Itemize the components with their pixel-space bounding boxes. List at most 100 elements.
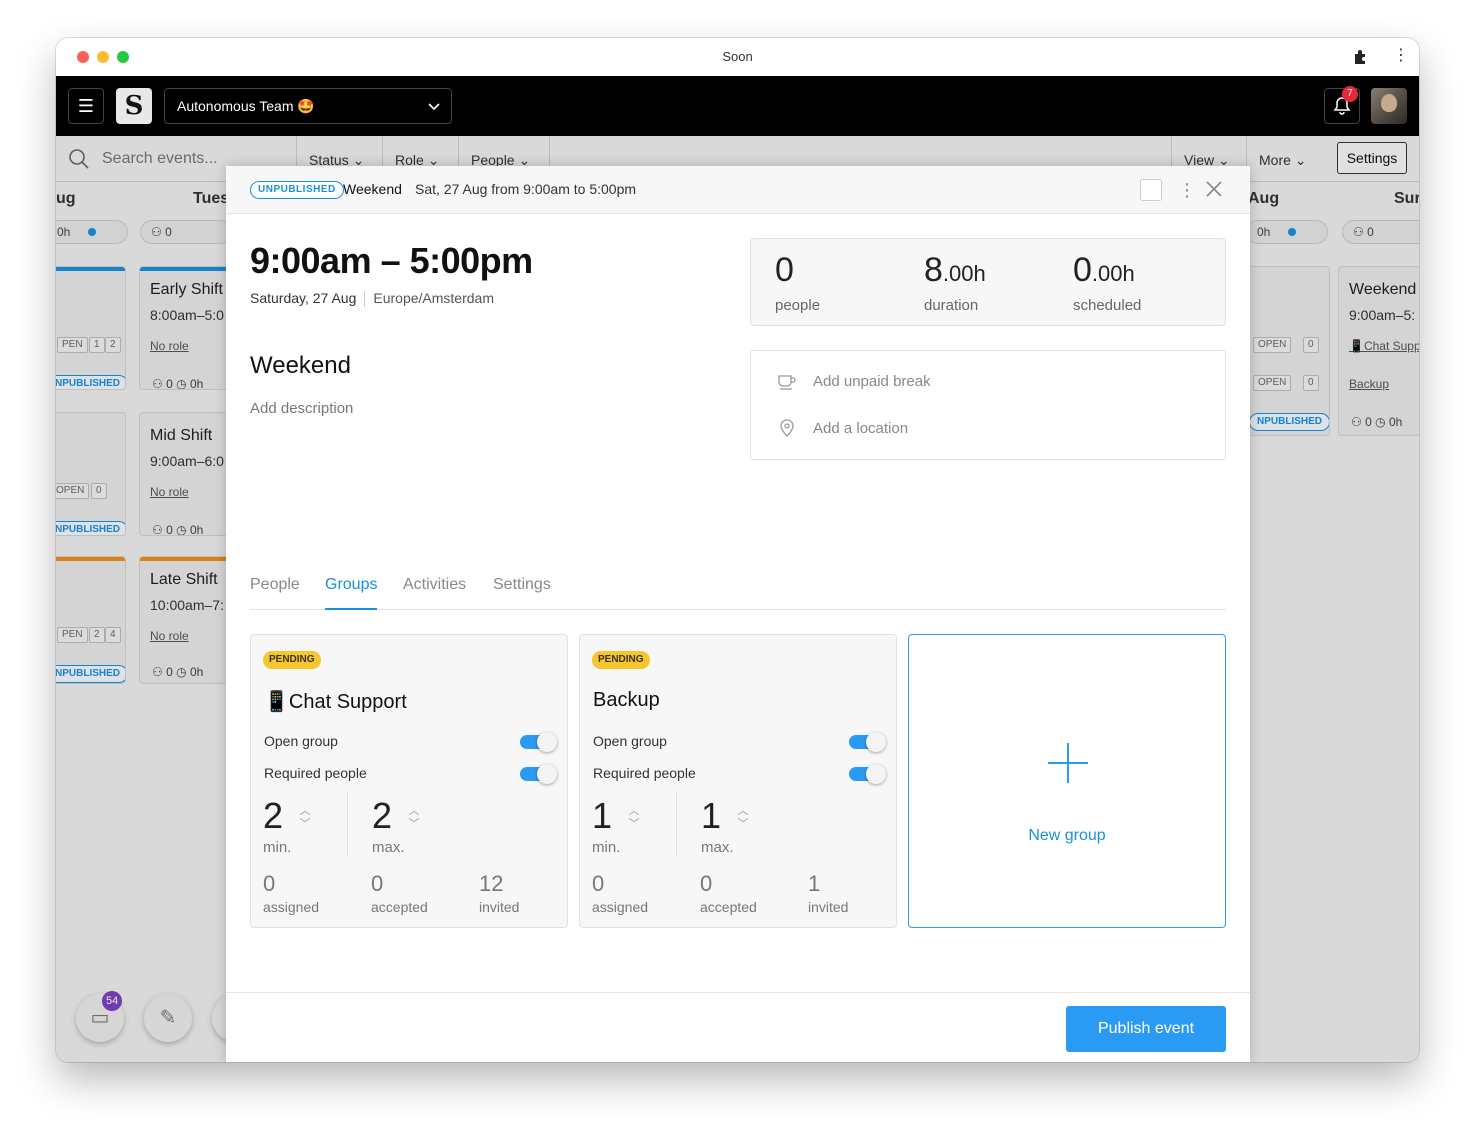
min-value[interactable]: 1 — [592, 795, 612, 837]
min-stepper[interactable]: ︿ ﹀ — [298, 805, 312, 833]
app-logo[interactable]: S — [116, 88, 152, 124]
min-label: min. — [263, 839, 292, 856]
max-value[interactable]: 1 — [701, 795, 721, 837]
team-selector[interactable]: Autonomous Team 🤩 — [164, 88, 452, 124]
new-group-button[interactable]: New group — [908, 634, 1226, 928]
scheduled-value: 0.00h — [1073, 251, 1135, 290]
chevron-down-icon[interactable]: ﹀ — [409, 818, 420, 830]
duration-label: duration — [924, 297, 979, 314]
chevron-down-icon[interactable]: ﹀ — [629, 818, 640, 830]
event-name[interactable]: Weekend — [250, 352, 351, 380]
event-date-line: Saturday, 27 Aug Europe/Amsterdam — [250, 290, 494, 308]
assigned-label: assigned — [263, 899, 320, 915]
max-stepper[interactable]: ︿ ﹀ — [736, 805, 750, 833]
hamburger-menu-button[interactable]: ☰ — [68, 88, 104, 124]
min-stepper[interactable]: ︿ ﹀ — [627, 805, 641, 833]
scheduled-label: scheduled — [1073, 297, 1142, 314]
group-card-backup[interactable]: PENDING Backup Open group Required peopl… — [579, 634, 897, 928]
team-name: Autonomous Team 🤩 — [177, 98, 315, 114]
open-group-toggle[interactable] — [520, 732, 557, 752]
chevron-down-icon[interactable]: ﹀ — [300, 818, 311, 830]
puzzle-extension-icon[interactable] — [1352, 48, 1370, 66]
max-stepper[interactable]: ︿ ﹀ — [407, 805, 421, 833]
chevron-up-icon[interactable]: ︿ — [300, 805, 311, 817]
open-group-toggle[interactable] — [849, 732, 886, 752]
max-value[interactable]: 2 — [372, 795, 392, 837]
invited-count: 1 — [808, 871, 821, 896]
notification-count-badge: 7 — [1342, 86, 1358, 102]
assigned-count: 0 — [592, 871, 605, 896]
duration-frac: .00h — [942, 261, 986, 286]
add-location-button[interactable]: Add a location — [813, 420, 908, 437]
group-card-chat-support[interactable]: PENDING 📱Chat Support Open group Require… — [250, 634, 568, 928]
min-label: min. — [592, 839, 621, 856]
scheduled-frac: .00h — [1091, 261, 1135, 286]
group-name[interactable]: Backup — [593, 689, 660, 712]
max-label: max. — [372, 839, 405, 856]
chevron-up-icon[interactable]: ︿ — [629, 805, 640, 817]
accepted-label: accepted — [371, 899, 428, 915]
required-people-label: Required people — [264, 765, 367, 781]
invited-count: 12 — [479, 871, 504, 896]
pending-badge: PENDING — [263, 651, 321, 669]
divider — [364, 291, 366, 308]
chevron-up-icon[interactable]: ︿ — [409, 805, 420, 817]
close-icon[interactable] — [1202, 175, 1226, 203]
event-timezone[interactable]: Europe/Amsterdam — [373, 290, 494, 306]
accepted-count: 0 — [700, 871, 713, 896]
event-stats: 0 people 8.00h duration 0.00h scheduled — [750, 238, 1226, 326]
browser-window: Soon ⋮ ☰ S Autonomous Team 🤩 7 Status ⌄ … — [56, 38, 1419, 1062]
people-label: people — [775, 297, 821, 314]
tab-groups[interactable]: Groups — [325, 576, 378, 610]
modal-tabs: People Groups Activities Settings — [250, 576, 1226, 610]
window-title: Soon — [722, 49, 753, 64]
required-people-toggle[interactable] — [520, 764, 557, 784]
open-group-label: Open group — [264, 733, 338, 749]
publish-event-button[interactable]: Publish event — [1066, 1006, 1226, 1052]
chevron-down-icon[interactable]: ﹀ — [738, 818, 749, 830]
new-group-label: New group — [1028, 827, 1106, 844]
chevron-up-icon[interactable]: ︿ — [738, 805, 749, 817]
status-badge: UNPUBLISHED — [250, 181, 344, 199]
chevron-down-icon — [427, 96, 441, 119]
required-people-toggle[interactable] — [849, 764, 886, 784]
modal-header: UNPUBLISHED Weekend Sat, 27 Aug from 9:0… — [226, 166, 1250, 214]
coffee-cup-icon — [777, 371, 797, 391]
location-pin-icon — [777, 418, 797, 438]
people-value: 0 — [775, 251, 794, 289]
add-unpaid-break-button[interactable]: Add unpaid break — [813, 373, 931, 390]
divider — [676, 793, 677, 857]
tab-people[interactable]: People — [250, 576, 300, 610]
assigned-count: 0 — [263, 871, 276, 896]
accepted-label: accepted — [700, 899, 757, 915]
max-label: max. — [701, 839, 734, 856]
event-details-box: Add unpaid break Add a location — [750, 350, 1226, 460]
event-modal: UNPUBLISHED Weekend Sat, 27 Aug from 9:0… — [226, 166, 1250, 1062]
required-people-label: Required people — [593, 765, 696, 781]
modal-footer: Publish event — [226, 992, 1250, 1062]
pending-badge: PENDING — [592, 651, 650, 669]
tab-settings[interactable]: Settings — [493, 576, 551, 610]
duration-int: 8 — [924, 251, 943, 289]
event-time-range[interactable]: 9:00am – 5:00pm — [250, 240, 533, 282]
invited-label: invited — [808, 899, 849, 915]
add-description-button[interactable]: Add description — [250, 400, 353, 417]
app-header: ☰ S Autonomous Team 🤩 7 — [56, 76, 1419, 136]
more-options-icon[interactable]: ⋮ — [1178, 178, 1196, 202]
select-checkbox[interactable] — [1140, 179, 1162, 201]
tab-activities[interactable]: Activities — [403, 576, 466, 610]
user-avatar[interactable] — [1371, 88, 1407, 124]
divider — [347, 793, 348, 857]
invited-label: invited — [479, 899, 520, 915]
min-value[interactable]: 2 — [263, 795, 283, 837]
event-date[interactable]: Saturday, 27 Aug — [250, 290, 356, 306]
open-group-label: Open group — [593, 733, 667, 749]
window-titlebar: Soon ⋮ — [56, 38, 1419, 76]
plus-icon — [1048, 743, 1088, 783]
modal-event-title: Weekend — [343, 181, 402, 197]
browser-menu-icon[interactable]: ⋮ — [1393, 46, 1409, 66]
accepted-count: 0 — [371, 871, 384, 896]
modal-event-subtitle: Sat, 27 Aug from 9:00am to 5:00pm — [415, 181, 637, 197]
duration-value: 8.00h — [924, 251, 986, 290]
group-name[interactable]: 📱Chat Support — [264, 689, 407, 714]
